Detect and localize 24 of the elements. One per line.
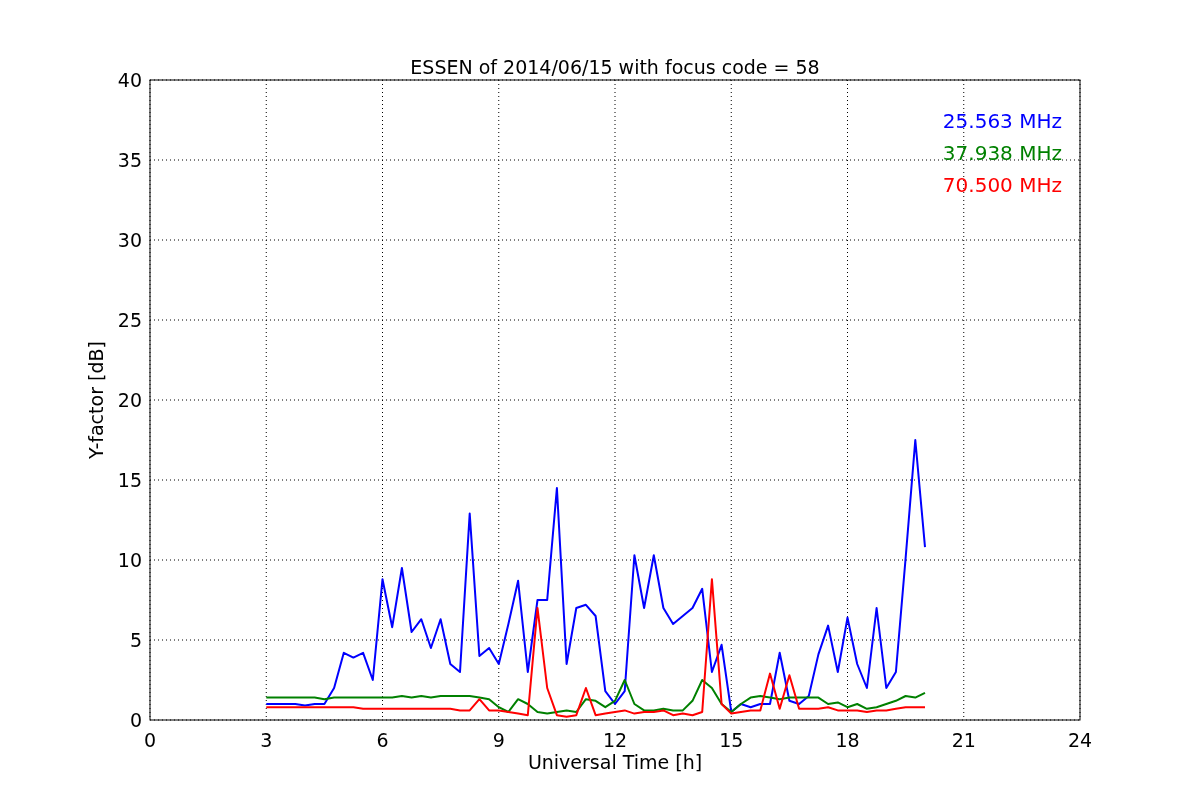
y-tick-label: 10 [117, 549, 142, 571]
x-tick-label: 18 [835, 729, 860, 751]
x-tick-label: 21 [951, 729, 976, 751]
y-axis-label: Y-factor [dB] [85, 341, 107, 459]
chart-title: ESSEN of 2014/06/15 with focus code = 58 [410, 56, 820, 78]
y-tick-label: 15 [117, 469, 142, 491]
legend-label: 70.500 MHz [942, 173, 1062, 197]
x-tick-label: 9 [492, 729, 505, 751]
x-tick-label: 12 [602, 729, 628, 751]
legend-label: 25.563 MHz [942, 109, 1062, 133]
y-tick-label: 5 [129, 629, 142, 651]
y-tick-label: 30 [117, 229, 142, 251]
y-tick-label: 25 [117, 309, 142, 331]
x-tick-label: 3 [260, 729, 273, 751]
y-tick-label: 20 [117, 389, 142, 411]
legend-label: 37.938 MHz [942, 141, 1062, 165]
x-tick-label: 0 [143, 729, 157, 751]
x-tick-label: 15 [719, 729, 744, 751]
x-axis-label: Universal Time [h] [527, 751, 703, 773]
y-tick-label: 40 [117, 69, 142, 91]
y-tick-label: 0 [129, 709, 142, 731]
x-tick-label: 6 [376, 729, 389, 751]
x-tick-label: 24 [1067, 729, 1093, 751]
y-tick-label: 35 [117, 149, 142, 171]
